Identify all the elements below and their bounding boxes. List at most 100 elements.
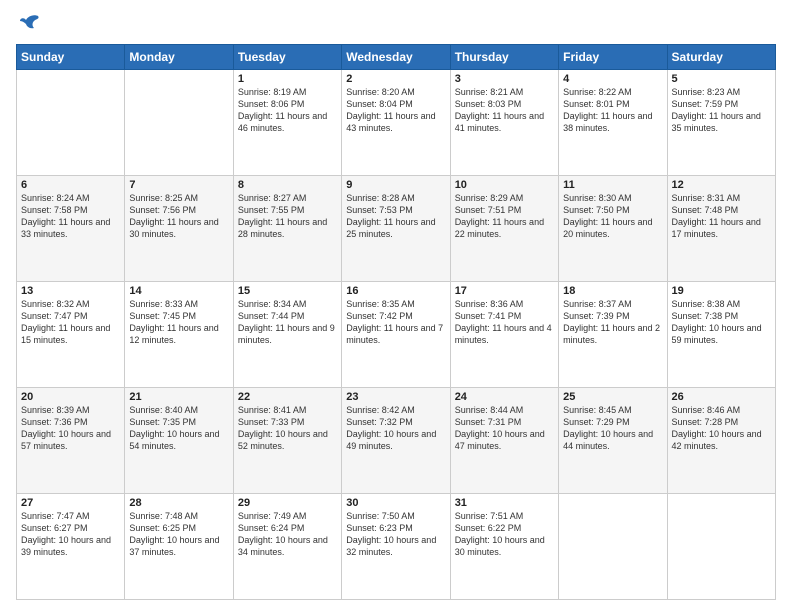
day-number: 22 — [238, 391, 337, 403]
calendar-cell: 7 Sunrise: 8:25 AMSunset: 7:56 PMDaylight… — [125, 176, 233, 282]
page: SundayMondayTuesdayWednesdayThursdayFrid… — [0, 0, 792, 612]
cell-details: Sunrise: 8:45 AMSunset: 7:29 PMDaylight:… — [563, 405, 653, 451]
calendar-cell: 25 Sunrise: 8:45 AMSunset: 7:29 PMDayligh… — [559, 388, 667, 494]
cell-details: Sunrise: 8:36 AMSunset: 7:41 PMDaylight:… — [455, 299, 552, 345]
col-header-thursday: Thursday — [450, 45, 558, 70]
calendar-cell — [125, 70, 233, 176]
week-row-5: 27 Sunrise: 7:47 AMSunset: 6:27 PMDayligh… — [17, 494, 776, 600]
calendar-cell: 31Sunrise: 7:51 AMSunset: 6:22 PMDayligh… — [450, 494, 558, 600]
day-number: 3 — [455, 73, 554, 85]
cell-details: Sunrise: 8:37 AMSunset: 7:39 PMDaylight:… — [563, 299, 660, 345]
cell-details: Sunrise: 8:34 AMSunset: 7:44 PMDaylight:… — [238, 299, 335, 345]
cell-details: Sunrise: 8:40 AMSunset: 7:35 PMDaylight:… — [129, 405, 219, 451]
calendar-cell: 17 Sunrise: 8:36 AMSunset: 7:41 PMDayligh… — [450, 282, 558, 388]
cell-details: Sunrise: 7:50 AMSunset: 6:23 PMDaylight:… — [346, 511, 436, 557]
calendar-cell: 19 Sunrise: 8:38 AMSunset: 7:38 PMDayligh… — [667, 282, 775, 388]
day-number: 2 — [346, 73, 445, 85]
calendar-cell: 4 Sunrise: 8:22 AMSunset: 8:01 PMDaylight… — [559, 70, 667, 176]
day-number: 20 — [21, 391, 120, 403]
day-number: 9 — [346, 179, 445, 191]
calendar-cell: 3 Sunrise: 8:21 AMSunset: 8:03 PMDaylight… — [450, 70, 558, 176]
calendar-cell: 16Sunrise: 8:35 AMSunset: 7:42 PMDayligh… — [342, 282, 450, 388]
calendar-cell: 6 Sunrise: 8:24 AMSunset: 7:58 PMDaylight… — [17, 176, 125, 282]
day-number: 28 — [129, 497, 228, 509]
calendar-cell: 12 Sunrise: 8:31 AMSunset: 7:48 PMDayligh… — [667, 176, 775, 282]
calendar-cell: 27 Sunrise: 7:47 AMSunset: 6:27 PMDayligh… — [17, 494, 125, 600]
week-row-4: 20 Sunrise: 8:39 AMSunset: 7:36 PMDayligh… — [17, 388, 776, 494]
cell-details: Sunrise: 8:27 AMSunset: 7:55 PMDaylight:… — [238, 193, 327, 239]
day-number: 4 — [563, 73, 662, 85]
col-header-wednesday: Wednesday — [342, 45, 450, 70]
day-number: 11 — [563, 179, 662, 191]
calendar-cell: 5Sunrise: 8:23 AMSunset: 7:59 PMDaylight… — [667, 70, 775, 176]
cell-details: Sunrise: 8:32 AMSunset: 7:47 PMDaylight:… — [21, 299, 110, 345]
day-number: 29 — [238, 497, 337, 509]
day-number: 21 — [129, 391, 228, 403]
cell-details: Sunrise: 7:47 AMSunset: 6:27 PMDaylight:… — [21, 511, 111, 557]
header-row: SundayMondayTuesdayWednesdayThursdayFrid… — [17, 45, 776, 70]
col-header-monday: Monday — [125, 45, 233, 70]
cell-details: Sunrise: 8:46 AMSunset: 7:28 PMDaylight:… — [672, 405, 762, 451]
day-number: 25 — [563, 391, 662, 403]
calendar-cell: 1Sunrise: 8:19 AMSunset: 8:06 PMDaylight… — [233, 70, 341, 176]
calendar-cell: 13Sunrise: 8:32 AMSunset: 7:47 PMDayligh… — [17, 282, 125, 388]
cell-details: Sunrise: 8:19 AMSunset: 8:06 PMDaylight:… — [238, 87, 327, 133]
calendar-cell: 24Sunrise: 8:44 AMSunset: 7:31 PMDayligh… — [450, 388, 558, 494]
day-number: 17 — [455, 285, 554, 297]
cell-details: Sunrise: 8:39 AMSunset: 7:36 PMDaylight:… — [21, 405, 111, 451]
logo-bird-icon — [18, 12, 42, 36]
day-number: 6 — [21, 179, 120, 191]
week-row-1: 1Sunrise: 8:19 AMSunset: 8:06 PMDaylight… — [17, 70, 776, 176]
day-number: 8 — [238, 179, 337, 191]
calendar-cell: 18 Sunrise: 8:37 AMSunset: 7:39 PMDayligh… — [559, 282, 667, 388]
calendar-cell: 20 Sunrise: 8:39 AMSunset: 7:36 PMDayligh… — [17, 388, 125, 494]
cell-details: Sunrise: 8:44 AMSunset: 7:31 PMDaylight:… — [455, 405, 545, 451]
cell-details: Sunrise: 8:21 AMSunset: 8:03 PMDaylight:… — [455, 87, 544, 133]
day-number: 19 — [672, 285, 771, 297]
calendar-cell: 15 Sunrise: 8:34 AMSunset: 7:44 PMDayligh… — [233, 282, 341, 388]
calendar-cell — [667, 494, 775, 600]
calendar-cell: 10Sunrise: 8:29 AMSunset: 7:51 PMDayligh… — [450, 176, 558, 282]
calendar-cell: 28Sunrise: 7:48 AMSunset: 6:25 PMDayligh… — [125, 494, 233, 600]
cell-details: Sunrise: 8:41 AMSunset: 7:33 PMDaylight:… — [238, 405, 328, 451]
cell-details: Sunrise: 8:38 AMSunset: 7:38 PMDaylight:… — [672, 299, 762, 345]
calendar-cell: 11 Sunrise: 8:30 AMSunset: 7:50 PMDayligh… — [559, 176, 667, 282]
cell-details: Sunrise: 8:42 AMSunset: 7:32 PMDaylight:… — [346, 405, 436, 451]
calendar-cell: 30 Sunrise: 7:50 AMSunset: 6:23 PMDayligh… — [342, 494, 450, 600]
day-number: 18 — [563, 285, 662, 297]
cell-details: Sunrise: 8:25 AMSunset: 7:56 PMDaylight:… — [129, 193, 218, 239]
cell-details: Sunrise: 8:30 AMSunset: 7:50 PMDaylight:… — [563, 193, 652, 239]
cell-details: Sunrise: 8:24 AMSunset: 7:58 PMDaylight:… — [21, 193, 110, 239]
calendar-table: SundayMondayTuesdayWednesdayThursdayFrid… — [16, 44, 776, 600]
day-number: 10 — [455, 179, 554, 191]
cell-details: Sunrise: 7:49 AMSunset: 6:24 PMDaylight:… — [238, 511, 328, 557]
day-number: 23 — [346, 391, 445, 403]
calendar-cell: 23 Sunrise: 8:42 AMSunset: 7:32 PMDayligh… — [342, 388, 450, 494]
day-number: 12 — [672, 179, 771, 191]
cell-details: Sunrise: 8:20 AMSunset: 8:04 PMDaylight:… — [346, 87, 435, 133]
col-header-friday: Friday — [559, 45, 667, 70]
cell-details: Sunrise: 8:22 AMSunset: 8:01 PMDaylight:… — [563, 87, 652, 133]
week-row-3: 13Sunrise: 8:32 AMSunset: 7:47 PMDayligh… — [17, 282, 776, 388]
cell-details: Sunrise: 8:33 AMSunset: 7:45 PMDaylight:… — [129, 299, 218, 345]
calendar-cell — [17, 70, 125, 176]
day-number: 26 — [672, 391, 771, 403]
calendar-cell — [559, 494, 667, 600]
day-number: 31 — [455, 497, 554, 509]
calendar-cell: 9Sunrise: 8:28 AMSunset: 7:53 PMDaylight… — [342, 176, 450, 282]
day-number: 15 — [238, 285, 337, 297]
logo — [16, 16, 42, 36]
day-number: 16 — [346, 285, 445, 297]
col-header-saturday: Saturday — [667, 45, 775, 70]
day-number: 7 — [129, 179, 228, 191]
calendar-cell: 22 Sunrise: 8:41 AMSunset: 7:33 PMDayligh… — [233, 388, 341, 494]
day-number: 27 — [21, 497, 120, 509]
day-number: 14 — [129, 285, 228, 297]
day-number: 30 — [346, 497, 445, 509]
cell-details: Sunrise: 8:31 AMSunset: 7:48 PMDaylight:… — [672, 193, 761, 239]
calendar-cell: 29 Sunrise: 7:49 AMSunset: 6:24 PMDayligh… — [233, 494, 341, 600]
cell-details: Sunrise: 8:23 AMSunset: 7:59 PMDaylight:… — [672, 87, 761, 133]
col-header-tuesday: Tuesday — [233, 45, 341, 70]
week-row-2: 6 Sunrise: 8:24 AMSunset: 7:58 PMDaylight… — [17, 176, 776, 282]
calendar-cell: 8 Sunrise: 8:27 AMSunset: 7:55 PMDaylight… — [233, 176, 341, 282]
